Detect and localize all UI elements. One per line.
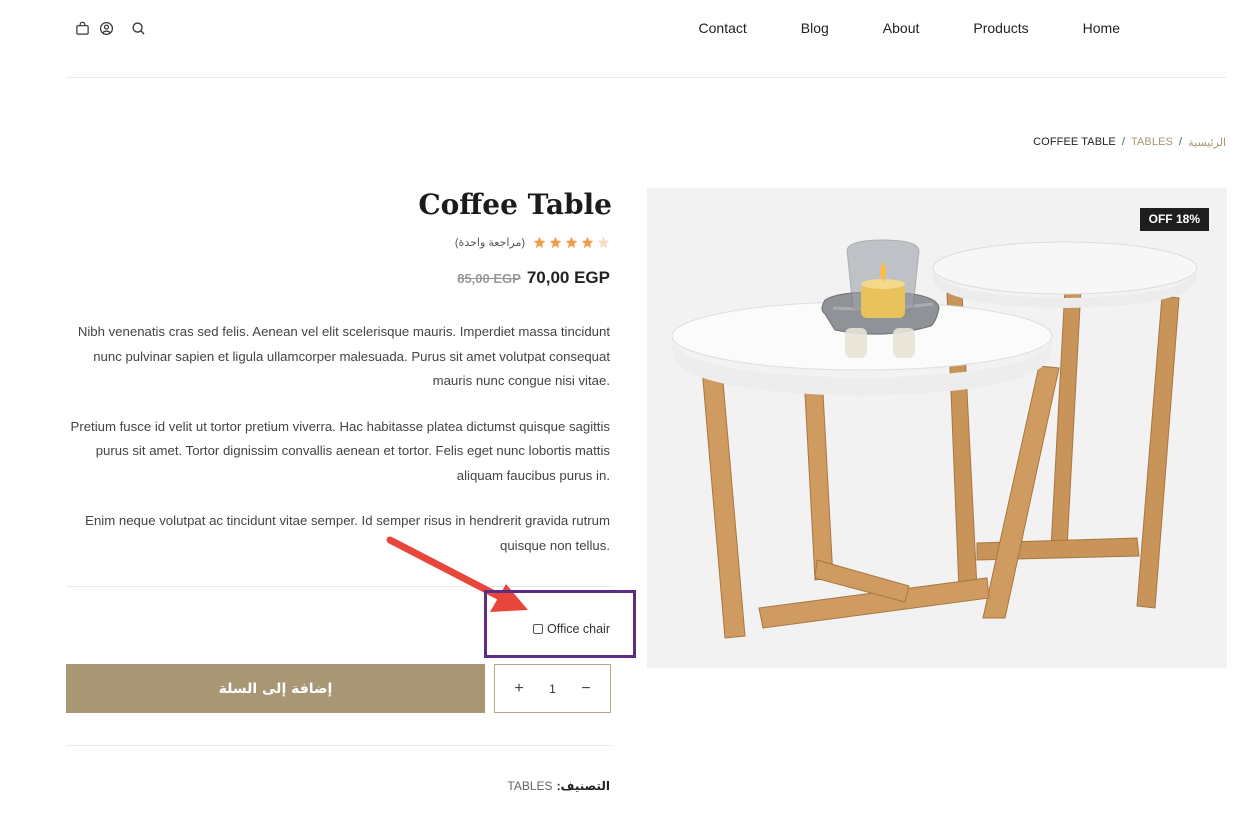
add-to-cart-button[interactable]: إضافة إلى السلة	[66, 664, 485, 713]
category-link[interactable]: TABLES	[507, 779, 552, 793]
main-nav: Contact Blog About Products Home	[699, 20, 1120, 36]
star-icon	[533, 236, 546, 249]
description-paragraph: Pretium fusce id velit ut tortor pretium…	[70, 418, 610, 483]
star-icon	[581, 236, 594, 249]
sale-badge: OFF 18%	[1139, 208, 1209, 231]
nav-about[interactable]: About	[883, 20, 920, 36]
breadcrumb-separator: /	[1178, 136, 1183, 148]
breadcrumb-category[interactable]: TABLES	[1131, 136, 1173, 149]
product-title: Coffee Table	[418, 188, 612, 221]
product-meta: التصنيف: TABLES	[507, 779, 610, 793]
search-icon[interactable]	[130, 20, 146, 36]
addon-option[interactable]: Office chair	[533, 622, 610, 636]
price-old: 85,00 EGP	[457, 271, 521, 286]
account-icon[interactable]	[98, 20, 114, 36]
star-icon	[565, 236, 578, 249]
addon-label: Office chair	[547, 622, 610, 636]
price-current: 70,00 EGP	[526, 268, 610, 287]
nav-products[interactable]: Products	[973, 20, 1028, 36]
addon-checkbox[interactable]	[533, 624, 543, 634]
star-icon	[549, 236, 562, 249]
site-header: Contact Blog About Products Home	[0, 0, 1252, 78]
nav-home[interactable]: Home	[1083, 20, 1120, 36]
quantity-decrease-button[interactable]: −	[580, 680, 592, 698]
quantity-stepper: + 1 −	[494, 664, 611, 713]
breadcrumb: الرئيسية / TABLES / COFFEE TABLE	[1033, 136, 1226, 149]
cart-icon[interactable]	[74, 20, 90, 36]
header-icons	[74, 20, 146, 36]
star-rating	[533, 236, 610, 249]
rating-row: (مراجعة واحدة)	[455, 236, 610, 249]
nav-contact[interactable]: Contact	[699, 20, 747, 36]
star-empty-icon	[597, 236, 610, 249]
breadcrumb-current: COFFEE TABLE	[1033, 136, 1116, 148]
quantity-increase-button[interactable]: +	[513, 680, 525, 698]
divider	[66, 745, 612, 746]
breadcrumb-separator: /	[1121, 136, 1125, 148]
quantity-input[interactable]: 1	[549, 682, 556, 696]
header-divider	[66, 77, 1226, 78]
breadcrumb-home[interactable]: الرئيسية	[1188, 136, 1226, 149]
price-row: 85,00 EGP 70,00 EGP	[457, 268, 610, 288]
review-count-link[interactable]: (مراجعة واحدة)	[455, 236, 525, 249]
category-label: التصنيف:	[556, 779, 610, 793]
nav-blog[interactable]: Blog	[801, 20, 829, 36]
description-paragraph: Nibh venenatis cras sed felis. Aenean ve…	[77, 324, 610, 388]
coffee-table-illustration	[671, 239, 1198, 639]
product-image[interactable]: OFF 18%	[647, 188, 1227, 668]
